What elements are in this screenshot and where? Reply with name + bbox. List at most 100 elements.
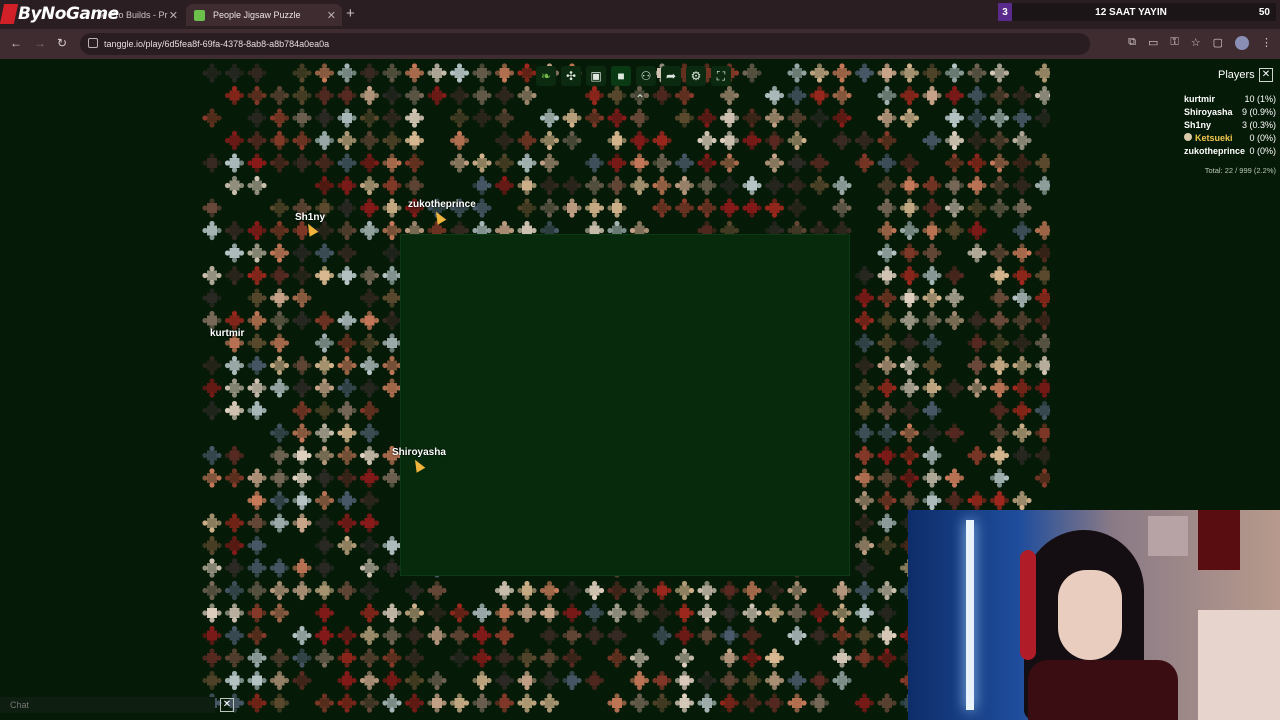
puzzle-piece[interactable] [584, 175, 605, 196]
puzzle-piece[interactable] [899, 378, 920, 398]
puzzle-piece[interactable] [494, 670, 515, 691]
puzzle-piece[interactable] [922, 175, 942, 196]
puzzle-piece[interactable] [1034, 243, 1050, 263]
puzzle-piece[interactable] [697, 625, 717, 646]
puzzle-piece[interactable] [854, 423, 875, 443]
puzzle-piece[interactable] [359, 580, 380, 601]
puzzle-piece[interactable] [854, 445, 875, 466]
puzzle-piece[interactable] [472, 153, 492, 173]
puzzle-piece[interactable] [337, 355, 357, 376]
puzzle-piece[interactable] [202, 670, 222, 691]
puzzle-piece[interactable] [562, 648, 582, 668]
puzzle-piece[interactable] [764, 648, 785, 668]
puzzle-piece[interactable] [899, 423, 920, 443]
puzzle-piece[interactable] [787, 85, 807, 106]
puzzle-piece[interactable] [967, 355, 987, 376]
puzzle-piece[interactable] [539, 580, 560, 601]
puzzle-piece[interactable] [989, 130, 1010, 151]
puzzle-piece[interactable] [922, 445, 942, 466]
puzzle-piece[interactable] [1012, 310, 1032, 331]
puzzle-piece[interactable] [944, 175, 965, 196]
puzzle-piece[interactable] [359, 198, 380, 218]
puzzle-piece[interactable] [359, 333, 380, 353]
puzzle-piece[interactable] [247, 85, 267, 106]
puzzle-piece[interactable] [494, 603, 515, 623]
puzzle-piece[interactable] [944, 63, 965, 83]
puzzle-piece[interactable] [517, 85, 537, 106]
puzzle-piece[interactable] [944, 288, 965, 308]
puzzle-piece[interactable] [224, 625, 245, 646]
puzzle-piece[interactable] [292, 288, 312, 308]
puzzle-piece[interactable] [359, 63, 380, 83]
puzzle-piece[interactable] [899, 108, 920, 128]
puzzle-piece[interactable] [629, 580, 650, 601]
puzzle-piece[interactable] [337, 130, 357, 151]
puzzle-piece[interactable] [832, 85, 852, 106]
puzzle-piece[interactable] [562, 175, 582, 196]
puzzle-piece[interactable] [359, 490, 380, 511]
puzzle-piece[interactable] [674, 625, 695, 646]
puzzle-piece[interactable] [562, 108, 582, 128]
puzzle-piece[interactable] [359, 378, 380, 398]
puzzle-piece[interactable] [562, 580, 582, 601]
puzzle-piece[interactable] [517, 63, 537, 83]
puzzle-piece[interactable] [202, 445, 222, 466]
puzzle-piece[interactable] [719, 693, 740, 713]
puzzle-piece[interactable] [652, 85, 672, 106]
puzzle-piece[interactable] [449, 625, 470, 646]
puzzle-piece[interactable] [539, 603, 560, 623]
puzzle-piece[interactable] [674, 198, 695, 218]
puzzle-piece[interactable] [809, 108, 830, 128]
puzzle-piece[interactable] [337, 490, 357, 511]
puzzle-piece[interactable] [314, 153, 335, 173]
puzzle-piece[interactable] [877, 63, 897, 83]
puzzle-piece[interactable] [382, 175, 402, 196]
close-tab-icon[interactable]: ✕ [327, 9, 336, 22]
puzzle-piece[interactable] [269, 423, 290, 443]
puzzle-piece[interactable] [359, 355, 380, 376]
puzzle-piece[interactable] [247, 378, 267, 398]
share-icon[interactable]: ➦ [661, 66, 681, 86]
puzzle-piece[interactable] [202, 400, 222, 421]
puzzle-piece[interactable] [652, 670, 672, 691]
puzzle-piece[interactable] [584, 625, 605, 646]
puzzle-piece[interactable] [224, 175, 245, 196]
extensions-icon[interactable]: ▢ [1213, 36, 1223, 50]
puzzle-piece[interactable] [494, 580, 515, 601]
puzzle-piece[interactable] [899, 288, 920, 308]
puzzle-piece[interactable] [719, 130, 740, 151]
puzzle-piece[interactable] [697, 108, 717, 128]
new-tab-button[interactable]: + [346, 5, 355, 22]
puzzle-piece[interactable] [742, 580, 762, 601]
puzzle-piece[interactable] [517, 175, 537, 196]
puzzle-piece[interactable] [472, 625, 492, 646]
puzzle-piece[interactable] [404, 63, 425, 83]
url-field[interactable]: tanggle.io/play/6d5fea8f-69fa-4378-8ab8-… [80, 33, 1090, 55]
puzzle-piece[interactable] [607, 603, 627, 623]
puzzle-piece[interactable] [292, 513, 312, 533]
puzzle-piece[interactable] [224, 130, 245, 151]
puzzle-piece[interactable] [1034, 310, 1050, 331]
puzzle-piece[interactable] [494, 108, 515, 128]
puzzle-piece[interactable] [719, 85, 740, 106]
puzzle-piece[interactable] [989, 400, 1010, 421]
puzzle-piece[interactable] [967, 378, 987, 398]
puzzle-piece[interactable] [202, 63, 222, 83]
puzzle-piece[interactable] [674, 153, 695, 173]
puzzle-piece[interactable] [269, 558, 290, 578]
puzzle-piece[interactable] [517, 130, 537, 151]
puzzle-piece[interactable] [764, 85, 785, 106]
puzzle-piece[interactable] [269, 513, 290, 533]
puzzle-piece[interactable] [224, 63, 245, 83]
puzzle-piece[interactable] [292, 670, 312, 691]
puzzle-piece[interactable] [269, 153, 290, 173]
puzzle-piece[interactable] [202, 535, 222, 556]
puzzle-piece[interactable] [944, 108, 965, 128]
puzzle-piece[interactable] [877, 288, 897, 308]
puzzle-piece[interactable] [269, 693, 290, 713]
puzzle-piece[interactable] [629, 153, 650, 173]
puzzle-piece[interactable] [674, 108, 695, 128]
puzzle-piece[interactable] [742, 603, 762, 623]
puzzle-piece[interactable] [539, 130, 560, 151]
puzzle-piece[interactable] [269, 670, 290, 691]
